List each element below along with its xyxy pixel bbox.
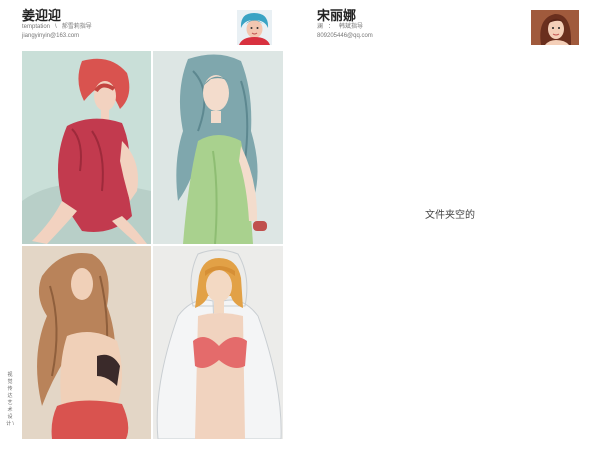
artwork-tile[interactable] bbox=[153, 51, 283, 244]
right-panel: 宋丽娜 澜：韩斌指导 809205446@qq.com 文件夹空的 bbox=[300, 0, 600, 450]
department-caption: 视觉传达艺术设计 \ bbox=[6, 372, 14, 427]
separator: ： bbox=[328, 24, 335, 30]
team-label: 澜 bbox=[317, 24, 324, 30]
separator: \ bbox=[55, 24, 57, 30]
advisor-label: 韩斌指导 bbox=[339, 24, 364, 30]
artwork-tile[interactable] bbox=[22, 246, 151, 439]
team-label: temptation bbox=[22, 24, 51, 30]
advisor-label: 郝雪莉指导 bbox=[61, 24, 92, 30]
designer-header: 姜迎迎 temptation \ 郝雪莉指导 jiangyinyin@163.com bbox=[22, 8, 286, 48]
artwork-gallery bbox=[22, 51, 283, 439]
artwork-tile[interactable] bbox=[22, 51, 151, 244]
empty-folder-message: 文件夹空的 bbox=[425, 210, 475, 221]
left-panel: 姜迎迎 temptation \ 郝雪莉指导 jiangyinyin@163.com bbox=[0, 0, 300, 450]
designer-header: 宋丽娜 澜：韩斌指导 809205446@qq.com bbox=[317, 8, 586, 48]
avatar[interactable] bbox=[531, 10, 579, 45]
avatar[interactable] bbox=[237, 10, 272, 45]
artwork-tile[interactable] bbox=[153, 246, 283, 439]
